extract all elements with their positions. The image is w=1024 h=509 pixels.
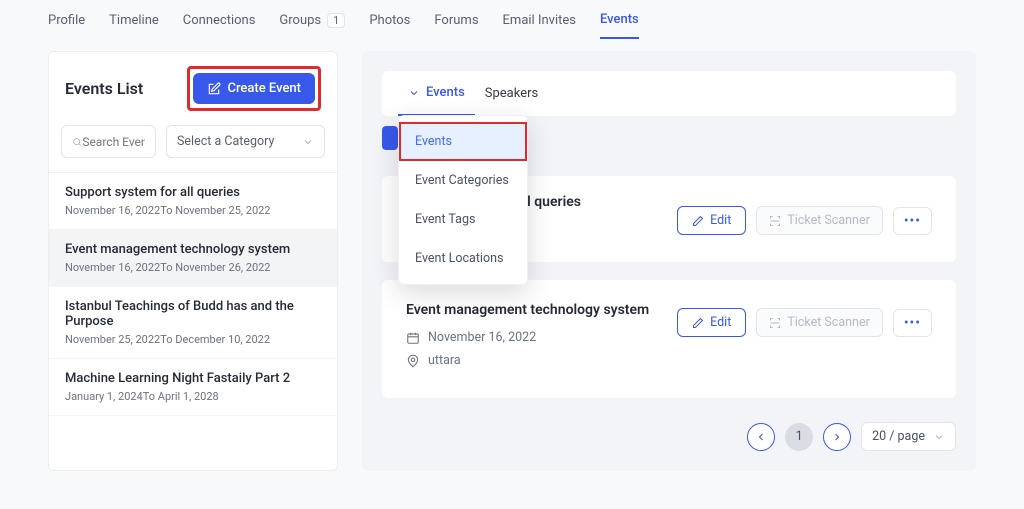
edit-label: Edit (710, 213, 731, 228)
scan-icon (769, 215, 781, 227)
nav-events[interactable]: Events (600, 12, 639, 39)
edit-label: Edit (710, 315, 731, 330)
chevron-down-icon (408, 87, 420, 99)
card-location: uttara (406, 353, 932, 368)
sidebar-title: Events List (65, 79, 143, 98)
ticket-scanner-button: Ticket Scanner (756, 206, 883, 235)
event-title: Istanbul Teachings of Budd has and the P… (65, 299, 321, 329)
category-label: Select a Category (177, 134, 274, 149)
ticket-scanner-button: Ticket Scanner (756, 308, 883, 337)
dropdown-tags[interactable]: Event Tags (399, 200, 527, 239)
event-dates: November 25, 2022To December 10, 2022 (65, 333, 321, 346)
search-input[interactable] (82, 135, 145, 149)
events-list: Support system for all queries November … (49, 172, 337, 416)
search-input-wrap[interactable] (61, 125, 156, 158)
calendar-icon (406, 331, 420, 345)
events-dropdown: Events Event Categories Event Tags Event… (398, 115, 528, 285)
event-dates: January 1, 2024To April 1, 2028 (65, 390, 321, 403)
chevron-left-icon (755, 431, 767, 443)
per-page-select[interactable]: 20 / page (861, 422, 956, 451)
scanner-label: Ticket Scanner (787, 213, 870, 228)
location-icon (406, 354, 420, 368)
list-item[interactable]: Event management technology system Novem… (49, 230, 337, 287)
top-nav: Profile Timeline Connections Groups 1 Ph… (0, 0, 1024, 39)
edit-icon (207, 82, 221, 96)
dropdown-categories[interactable]: Event Categories (399, 161, 527, 200)
date-text: November 16, 2022 (428, 330, 536, 345)
filter-chip (382, 126, 398, 150)
tab-events[interactable]: Events (398, 71, 475, 116)
event-dates: November 16, 2022To November 26, 2022 (65, 261, 321, 274)
page-number: 1 (785, 423, 813, 451)
nav-timeline[interactable]: Timeline (109, 13, 159, 38)
nav-profile[interactable]: Profile (48, 13, 85, 38)
dropdown-events[interactable]: Events (399, 122, 527, 161)
list-item[interactable]: Support system for all queries November … (49, 173, 337, 230)
list-item[interactable]: Istanbul Teachings of Budd has and the P… (49, 287, 337, 359)
tab-events-label: Events (426, 85, 465, 100)
create-event-highlight: Create Event (187, 66, 321, 111)
nav-email-invites[interactable]: Email Invites (503, 13, 576, 38)
content-panel: Events Speakers Events Event Categories … (338, 51, 976, 471)
pencil-icon (692, 215, 704, 227)
location-text: uttara (428, 353, 461, 368)
more-button[interactable]: ••• (893, 309, 932, 337)
event-dates: November 16, 2022To November 25, 2022 (65, 204, 321, 217)
edit-button[interactable]: Edit (677, 308, 746, 337)
pagination: 1 20 / page (382, 416, 956, 451)
groups-count-badge: 1 (327, 13, 345, 28)
nav-forums[interactable]: Forums (434, 13, 478, 38)
content-tabs: Events Speakers (382, 71, 956, 116)
category-select[interactable]: Select a Category (166, 125, 325, 158)
search-icon (72, 136, 82, 148)
scanner-label: Ticket Scanner (787, 315, 870, 330)
nav-connections[interactable]: Connections (183, 13, 256, 38)
nav-groups-label: Groups (279, 13, 321, 28)
prev-page-button[interactable] (747, 423, 775, 451)
next-page-button[interactable] (823, 423, 851, 451)
create-event-button[interactable]: Create Event (193, 73, 315, 104)
scan-icon (769, 317, 781, 329)
tab-speakers[interactable]: Speakers (475, 71, 548, 116)
list-item[interactable]: Machine Learning Night Fastaily Part 2 J… (49, 359, 337, 416)
event-title: Machine Learning Night Fastaily Part 2 (65, 371, 321, 386)
event-title: Support system for all queries (65, 185, 321, 200)
chevron-down-icon (933, 431, 945, 443)
events-sidebar: Events List Create Event Select a Catego… (48, 51, 338, 471)
more-button[interactable]: ••• (893, 207, 932, 235)
chevron-down-icon (302, 136, 314, 148)
nav-groups[interactable]: Groups 1 (279, 13, 345, 38)
edit-button[interactable]: Edit (677, 206, 746, 235)
create-event-label: Create Event (227, 81, 301, 96)
per-page-label: 20 / page (872, 429, 925, 444)
dropdown-locations[interactable]: Event Locations (399, 239, 527, 278)
chevron-right-icon (831, 431, 843, 443)
nav-photos[interactable]: Photos (369, 13, 410, 38)
event-title: Event management technology system (65, 242, 321, 257)
pencil-icon (692, 317, 704, 329)
event-card: Event management technology system Novem… (382, 280, 956, 398)
